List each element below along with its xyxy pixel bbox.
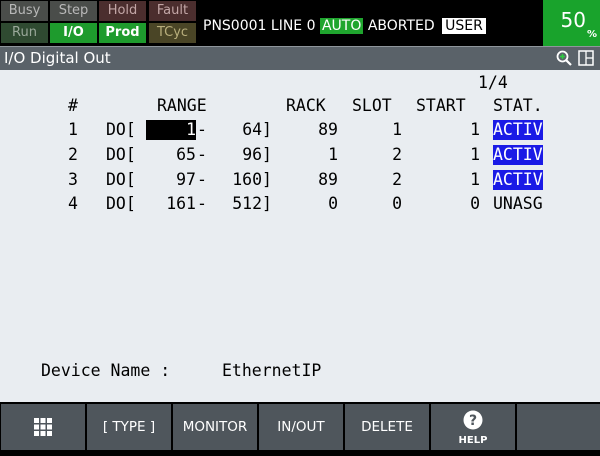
range-dash: - <box>197 194 207 213</box>
help-label: HELP <box>458 435 488 446</box>
function-key-bar: [ TYPE ] MONITOR IN/OUT DELETE ? HELP <box>0 402 600 450</box>
range-end: 160] <box>232 170 272 189</box>
slot-value[interactable]: 0 <box>350 194 402 214</box>
status-bar: Busy Step Hold Fault Run I/O Prod TCyc P… <box>0 0 600 46</box>
delete-button[interactable]: DELETE <box>345 404 429 450</box>
io-list-panel: 1/4 # RANGE RACK SLOT START STAT. 1 DO[ … <box>0 70 600 402</box>
range-dash: - <box>197 170 207 189</box>
user-badge: USER <box>442 18 486 34</box>
row-number: 3 <box>68 170 78 189</box>
window-layout-icon[interactable] <box>578 50 594 66</box>
menu-button[interactable] <box>1 404 85 450</box>
start-value[interactable]: 1 <box>430 145 480 165</box>
indicator-step: Step <box>50 1 97 21</box>
row-number: 2 <box>68 145 78 164</box>
rack-value[interactable]: 0 <box>288 194 338 214</box>
range-start-field[interactable]: 1 <box>146 120 196 140</box>
monitor-button[interactable]: MONITOR <box>173 404 257 450</box>
help-icon: ? <box>463 410 483 430</box>
mode-badge: AUTO <box>319 18 364 34</box>
screen-title-bar: I/O Digital Out <box>0 46 600 70</box>
indicator-tcyc: TCyc <box>149 23 196 43</box>
execution-state: ABORTED <box>367 18 435 34</box>
grid-menu-icon <box>34 418 52 436</box>
type-button[interactable]: [ TYPE ] <box>87 404 171 450</box>
rack-value[interactable]: 1 <box>288 145 338 165</box>
status-badge: ACTIV <box>493 170 543 190</box>
indicator-run: Run <box>1 23 48 43</box>
indicator-fault: Fault <box>149 1 196 21</box>
range-prefix: DO[ <box>106 145 136 164</box>
line-number: LINE 0 <box>270 18 316 34</box>
in-out-button[interactable]: IN/OUT <box>259 404 343 450</box>
svg-text:?: ? <box>469 413 477 429</box>
column-header-start: START <box>416 96 466 115</box>
column-header-number: # <box>68 96 78 115</box>
indicator-io: I/O <box>50 23 97 43</box>
column-header-slot: SLOT <box>352 96 392 115</box>
speed-value: 50 <box>560 8 586 32</box>
device-name-label: Device Name : <box>41 361 171 380</box>
range-end: 96] <box>242 145 272 164</box>
start-value[interactable]: 1 <box>430 170 480 190</box>
device-name-value: EthernetIP <box>222 361 322 380</box>
status-badge: ACTIV <box>493 145 543 165</box>
rack-value[interactable]: 89 <box>288 120 338 140</box>
row-number: 1 <box>68 120 78 139</box>
range-dash: - <box>197 120 207 139</box>
range-prefix: DO[ <box>106 194 136 213</box>
range-start-field[interactable]: 161 <box>146 194 196 214</box>
column-header-status: STAT. <box>493 96 543 115</box>
status-badge: ACTIV <box>493 120 543 140</box>
slot-value[interactable]: 2 <box>350 170 402 190</box>
indicator-prod: Prod <box>99 23 146 43</box>
range-end: 64] <box>242 120 272 139</box>
range-end: 512] <box>232 194 272 213</box>
row-number: 4 <box>68 194 78 213</box>
range-prefix: DO[ <box>106 120 136 139</box>
column-header-range: RANGE <box>157 96 207 115</box>
program-name: PNS0001 <box>203 18 267 34</box>
column-header-rack: RACK <box>286 96 326 115</box>
zoom-in-icon[interactable] <box>556 50 572 66</box>
page-indicator: 1/4 <box>478 73 508 92</box>
slot-value[interactable]: 2 <box>350 145 402 165</box>
indicator-busy: Busy <box>1 1 48 21</box>
start-value[interactable]: 0 <box>430 194 480 214</box>
range-dash: - <box>197 145 207 164</box>
help-button[interactable]: ? HELP <box>431 404 515 450</box>
range-start-field[interactable]: 97 <box>146 170 196 190</box>
speed-unit: % <box>586 29 597 40</box>
indicator-hold: Hold <box>99 1 146 21</box>
program-status-line: PNS0001 LINE 0 AUTO ABORTED USER <box>203 16 486 36</box>
next-key-blank[interactable] <box>517 404 600 450</box>
page-title: I/O Digital Out <box>4 49 111 67</box>
status-badge: UNASG <box>493 194 543 213</box>
start-value[interactable]: 1 <box>430 120 480 140</box>
range-prefix: DO[ <box>106 170 136 189</box>
speed-override[interactable]: 50 % <box>543 0 600 46</box>
range-start-field[interactable]: 65 <box>146 145 196 165</box>
slot-value[interactable]: 1 <box>350 120 402 140</box>
rack-value[interactable]: 89 <box>288 170 338 190</box>
